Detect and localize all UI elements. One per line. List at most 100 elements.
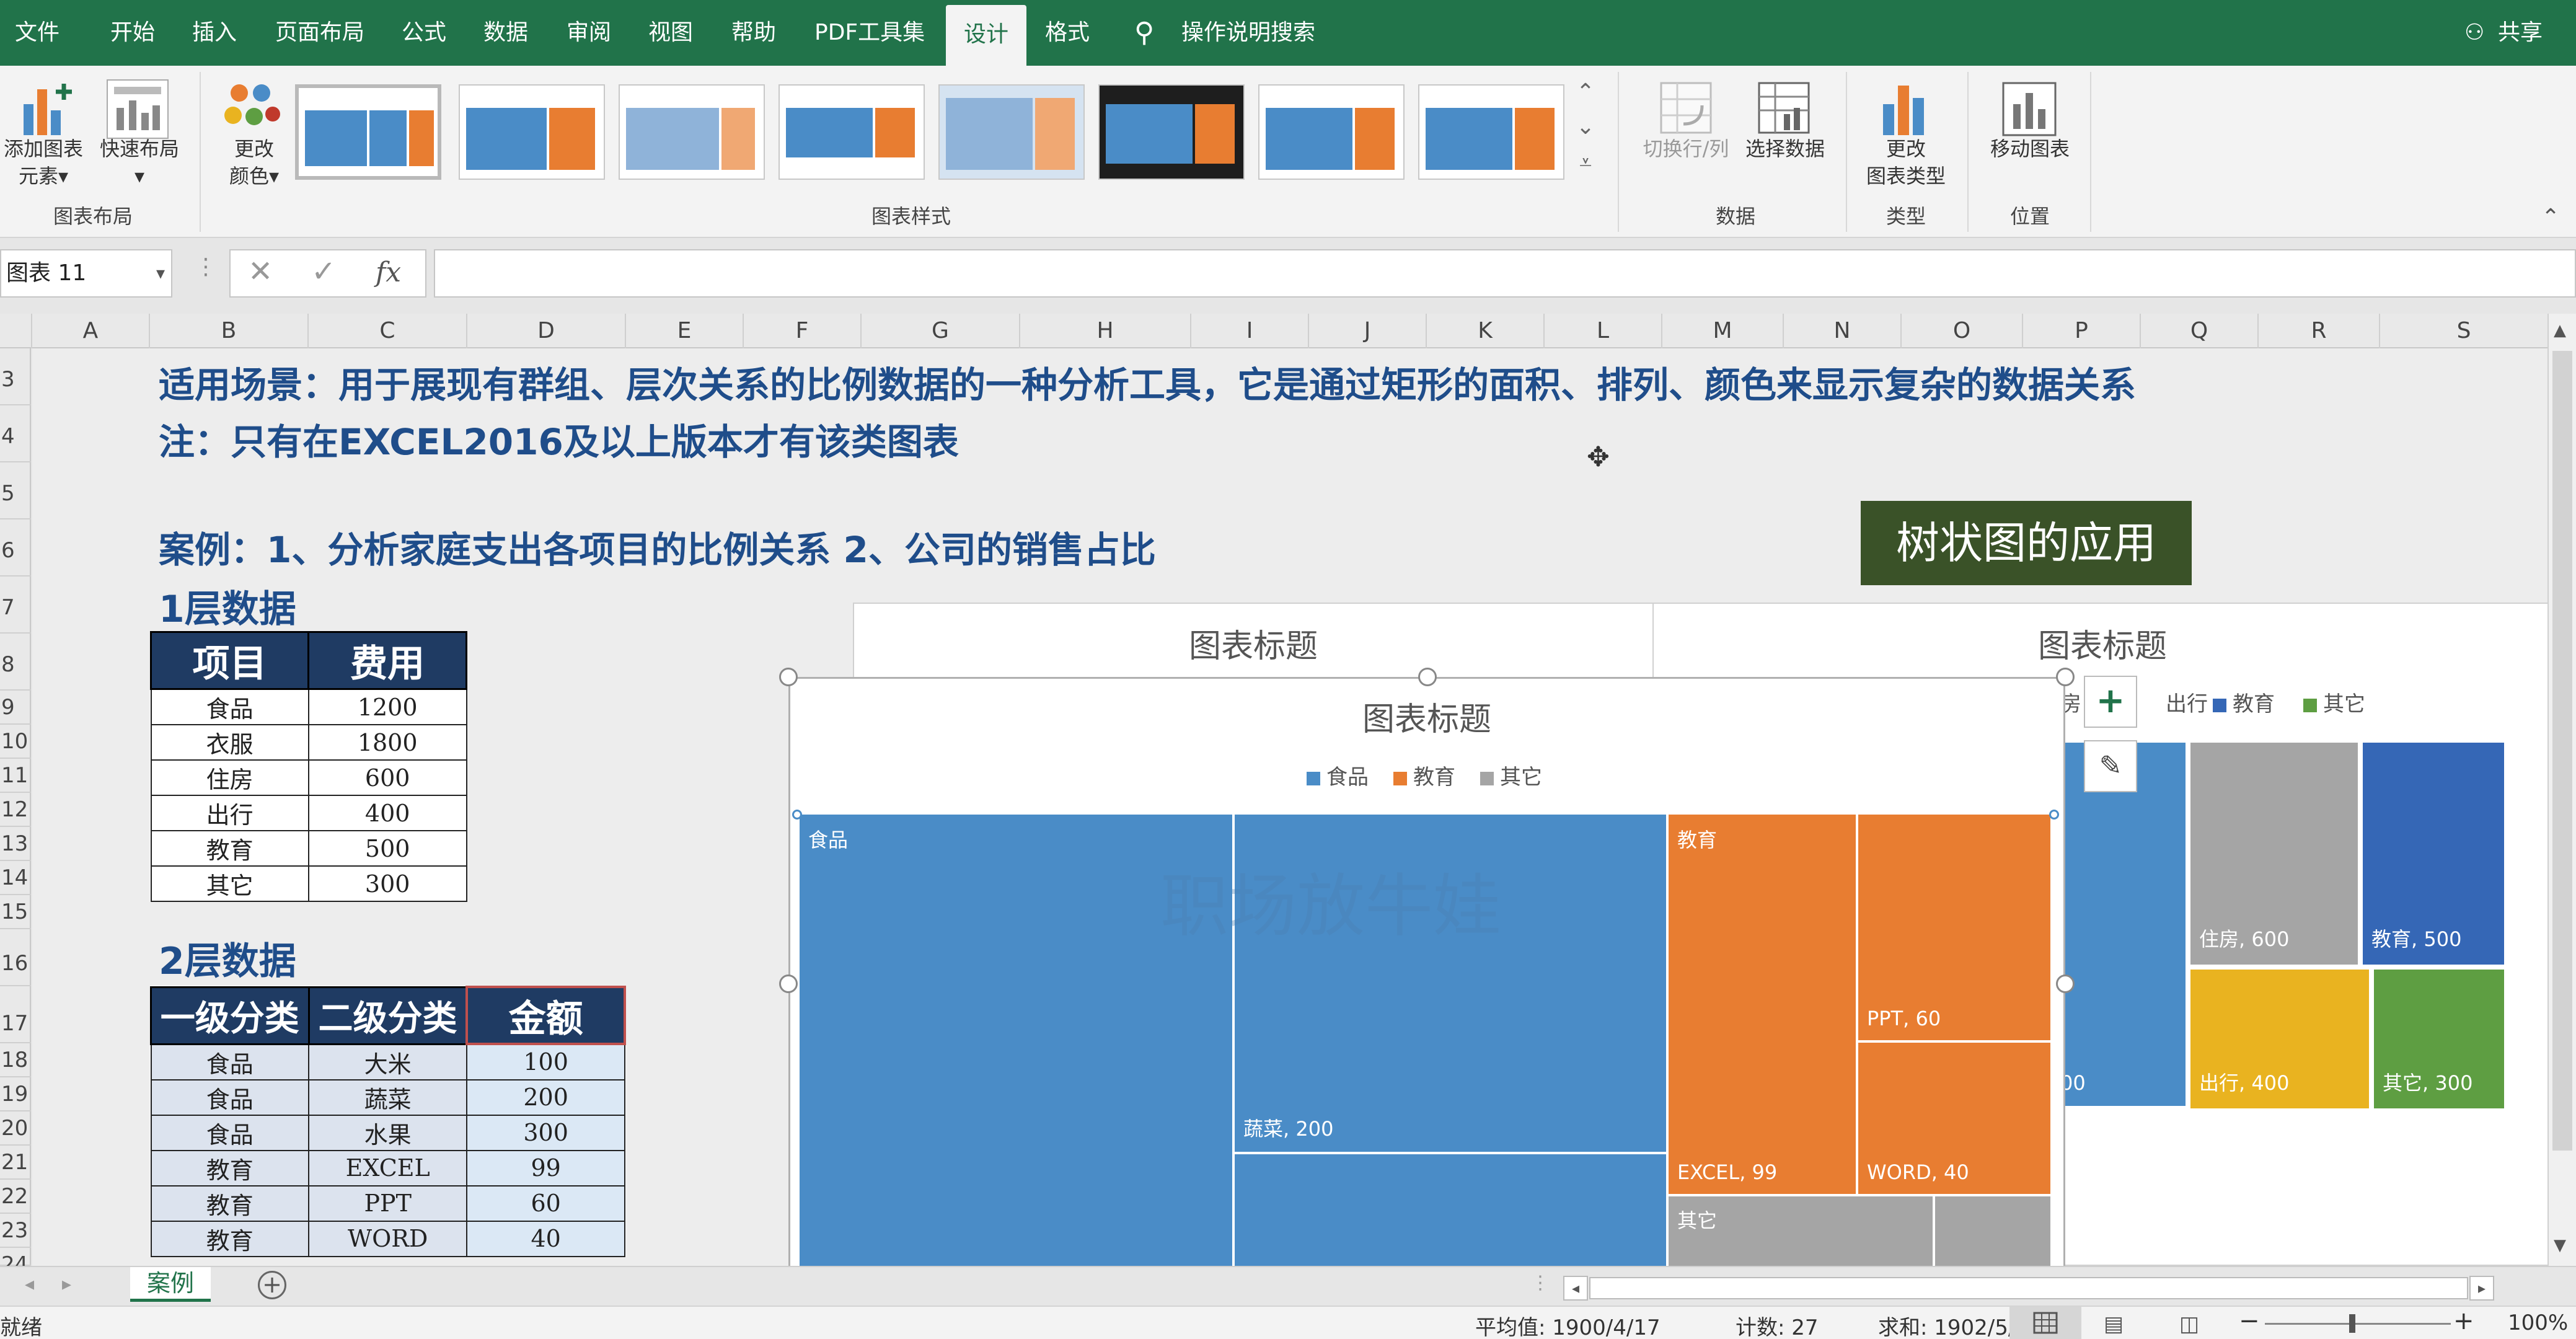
scroll-up-icon[interactable]: ▲ [2554,321,2566,340]
row-header[interactable]: 3 [0,348,31,405]
row-header[interactable]: 12 [0,793,31,827]
row-header[interactable]: 22 [0,1180,31,1214]
collapse-ribbon-icon[interactable]: ⌃ [2541,205,2560,230]
table-header[interactable]: 一级分类 [150,986,310,1045]
cancel-icon[interactable]: ✕ [248,254,273,289]
table-cell[interactable]: WORD [308,1220,468,1257]
select-data-icon[interactable] [1757,81,1812,136]
gallery-up-icon[interactable]: ⌃ [1572,79,1599,112]
table-cell[interactable]: 教育 [150,1220,310,1257]
menu-help[interactable]: 帮助 [731,0,776,66]
move-chart-label[interactable]: 移动图表 [1977,135,2083,162]
column-header[interactable]: C [309,314,467,348]
plot-handle[interactable] [2049,810,2059,820]
table-row[interactable]: 食品 水果 300 [150,1114,625,1151]
table-row[interactable]: 教育 EXCEL 99 [150,1149,625,1187]
insert-function-icon[interactable]: fx [376,257,401,288]
table-cell[interactable]: 食品 [150,688,309,725]
table-cell[interactable]: 400 [307,795,467,831]
row-header[interactable]: 5 [0,462,31,519]
row-header[interactable]: 18 [0,1043,31,1077]
table-cell[interactable]: PPT [308,1185,468,1222]
plot-handle[interactable] [792,810,802,820]
resize-handle[interactable] [779,974,798,993]
row-header[interactable]: 15 [0,895,31,929]
level2-table[interactable]: 一级分类 二级分类 金额 食品 大米 100 食品 蔬菜 200 食品 水果 300 教育 EXC… [150,986,626,1257]
resize-handle[interactable] [779,668,798,686]
gallery-more-icon[interactable]: ⩡ [1572,150,1599,182]
formula-input[interactable] [434,249,2576,298]
row-header[interactable]: 24 [0,1248,31,1277]
table-row[interactable]: 出行 400 [150,795,467,831]
table-cell[interactable]: 教育 [150,830,309,867]
scenario-text[interactable]: 适用场景：用于展现有群组、层次关系的比例数据的一种分析工具，它是通过矩形的面积、… [159,356,2136,408]
change-colors-label[interactable]: 更改 颜色▾ [211,135,298,190]
scroll-down-icon[interactable]: ▼ [2554,1236,2566,1255]
menu-formulas[interactable]: 公式 [402,0,446,66]
column-header[interactable]: G [862,314,1020,348]
table-cell[interactable]: 食品 [150,1114,310,1151]
table-cell[interactable]: 200 [466,1079,625,1116]
table-cell[interactable]: 教育 [150,1185,310,1222]
row-header[interactable]: 11 [0,759,31,793]
table-cell[interactable]: 其它 [150,865,309,902]
column-header[interactable]: F [744,314,862,348]
zoom-out-icon[interactable]: − [2239,1307,2260,1335]
column-header[interactable]: S [2380,314,2547,348]
table-row[interactable]: 食品 大米 100 [150,1043,625,1080]
chart-elements-plus-icon[interactable]: + [2084,676,2137,728]
column-header[interactable]: H [1020,314,1191,348]
table-cell[interactable]: 大米 [308,1043,468,1080]
zoom-slider[interactable] [2265,1323,2451,1325]
table-cell[interactable]: 1800 [307,724,467,761]
row-header[interactable]: 21 [0,1146,31,1180]
prev-sheet-icon[interactable]: ◂ [25,1273,34,1295]
tell-me-search[interactable]: 操作说明搜索 [1181,0,1315,66]
table-cell[interactable]: 出行 [150,795,309,831]
menu-insert[interactable]: 插入 [192,0,237,66]
hscroll-right-icon[interactable]: ▸ [2469,1276,2494,1301]
row-header[interactable]: 16 [0,929,31,986]
row-header[interactable]: 23 [0,1214,31,1248]
menu-pdf-tools[interactable]: PDF工具集 [814,0,925,66]
table-cell[interactable]: 住房 [150,759,309,796]
table-header[interactable]: 金额 [465,986,626,1045]
status-count[interactable]: 计数: 27 [1736,1310,1819,1339]
level1-title[interactable]: 1层数据 [159,579,296,633]
column-header[interactable]: B [150,314,309,348]
chart-styles-brush-icon[interactable]: ✎ [2084,740,2137,792]
row-header[interactable]: 8 [0,634,31,691]
back-chart-title-right[interactable]: 图表标题 [1654,620,2547,666]
menu-design[interactable]: 设计 [946,5,1026,66]
resize-handle[interactable] [2056,668,2075,686]
menu-page-layout[interactable]: 页面布局 [275,0,364,66]
name-box[interactable]: 图表 11 ▾ [0,249,172,298]
tile-food-fruit[interactable] [1232,1152,1669,1266]
horizontal-scrollbar[interactable] [1589,1277,2468,1299]
worksheet-grid[interactable]: 适用场景：用于展现有群组、层次关系的比例数据的一种分析工具，它是通过矩形的面积、… [32,348,2547,1266]
next-sheet-icon[interactable]: ▸ [62,1273,71,1295]
menu-review[interactable]: 审阅 [567,0,611,66]
treemap-banner[interactable]: 树状图的应用 [1861,501,2192,585]
enter-icon[interactable]: ✓ [311,254,336,289]
table-cell[interactable]: EXCEL [308,1149,468,1187]
add-sheet-icon[interactable]: + [258,1271,286,1299]
table-cell[interactable]: 100 [466,1043,625,1080]
table-cell[interactable]: 食品 [150,1079,310,1116]
chart-style-1[interactable] [295,84,441,180]
tile-housing[interactable]: 住房, 600 [2188,740,2360,967]
page-break-view-icon[interactable]: ◫ [2179,1312,2199,1337]
level2-title[interactable]: 2层数据 [159,931,296,985]
table-cell[interactable]: 300 [466,1114,625,1151]
chart-style-3[interactable] [619,84,765,180]
row-header[interactable]: 14 [0,861,31,895]
gallery-down-icon[interactable]: ⌄ [1572,114,1599,146]
column-header[interactable]: N [1784,314,1902,348]
table-cell[interactable]: 40 [466,1220,625,1257]
note-text[interactable]: 注：只有在EXCEL2016及以上版本才有该类图表 [159,413,959,465]
resize-handle[interactable] [1418,668,1437,686]
zoom-level[interactable]: 100% [2508,1310,2568,1335]
switch-row-col-label[interactable]: 切换行/列 [1630,135,1742,162]
row-header[interactable]: 7 [0,577,31,634]
row-header[interactable]: 9 [0,691,31,725]
